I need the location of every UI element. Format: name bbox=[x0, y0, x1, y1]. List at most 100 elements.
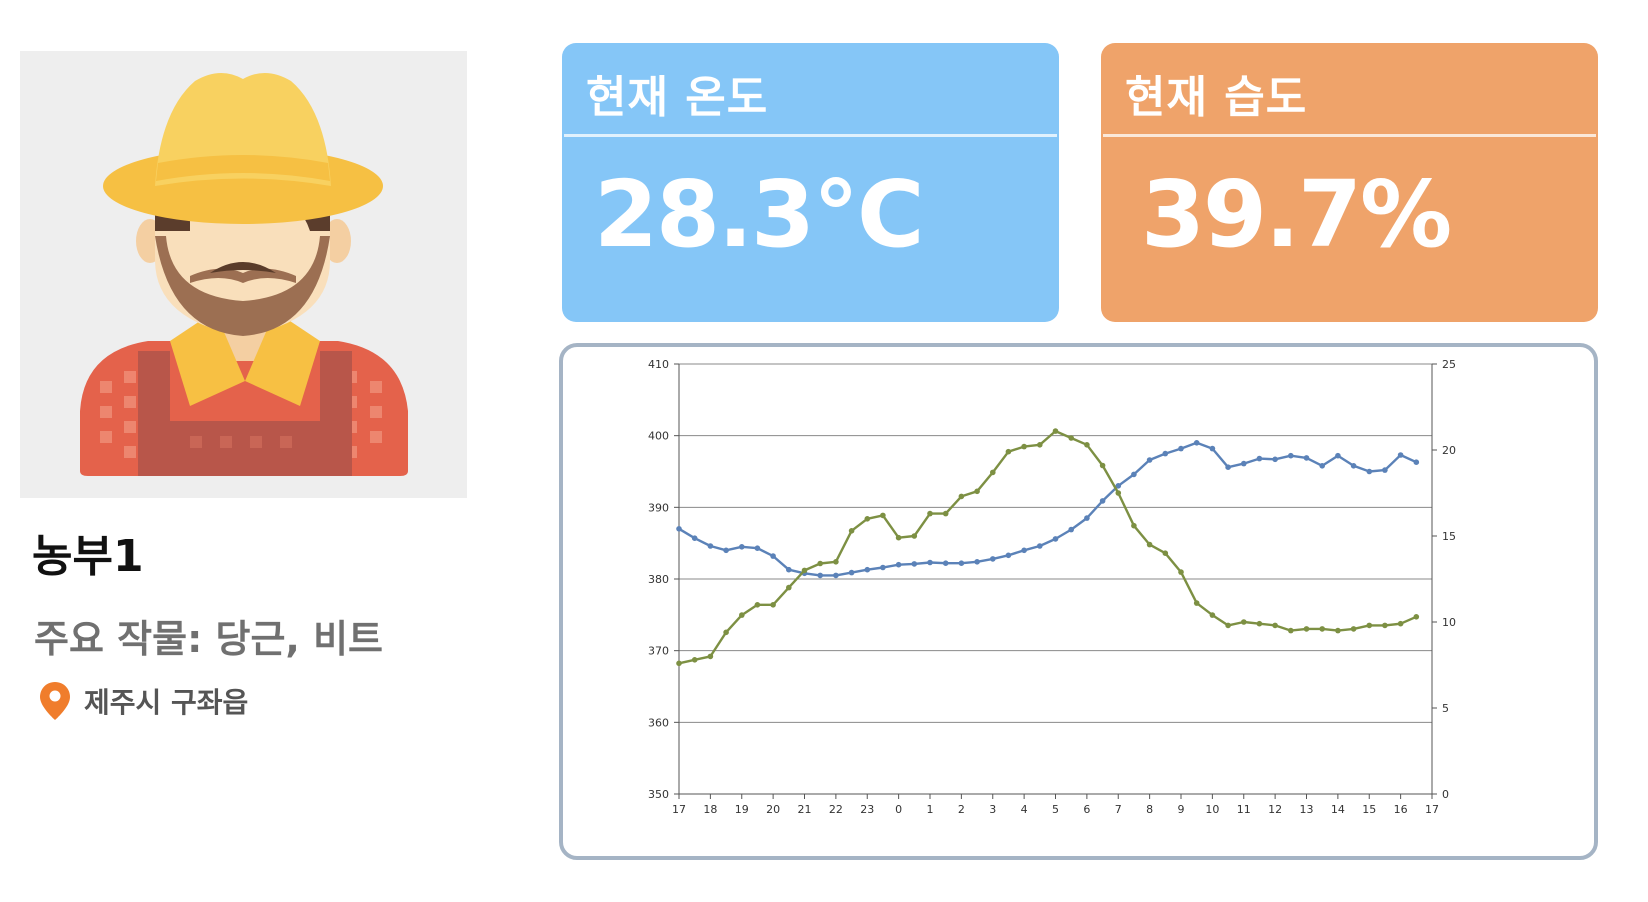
series-point-1 bbox=[1303, 455, 1310, 461]
series-point-2 bbox=[801, 567, 808, 574]
series-point-2 bbox=[833, 559, 839, 565]
x-tick-label: 15 bbox=[1362, 803, 1376, 816]
location-text: 제주시 구좌읍 bbox=[84, 686, 249, 719]
series-point-2 bbox=[1115, 490, 1122, 496]
series-point-1 bbox=[1099, 498, 1106, 504]
humidity-title: 현재 습도 bbox=[1125, 72, 1308, 123]
series-point-1 bbox=[1209, 445, 1216, 452]
series-point-1 bbox=[911, 561, 918, 567]
series-point-2 bbox=[1005, 448, 1012, 455]
series-point-1 bbox=[739, 544, 745, 550]
x-tick-label: 22 bbox=[829, 803, 843, 816]
series-point-1 bbox=[1225, 464, 1231, 470]
humidity-value: 39.7% bbox=[1141, 161, 1452, 268]
x-tick-label: 3 bbox=[989, 803, 996, 816]
series-point-2 bbox=[1052, 428, 1059, 434]
y-left-tick-label: 380 bbox=[648, 573, 669, 586]
y-right-tick-label: 25 bbox=[1442, 358, 1456, 371]
x-tick-label: 9 bbox=[1178, 803, 1185, 816]
series-point-1 bbox=[1288, 452, 1294, 459]
series-point-1 bbox=[1021, 547, 1027, 554]
series-point-2 bbox=[1256, 620, 1263, 627]
temperature-value: 28.3°C bbox=[594, 161, 925, 268]
series-point-2 bbox=[754, 602, 761, 608]
humidity-divider bbox=[1103, 134, 1596, 137]
y-left-tick-label: 410 bbox=[648, 358, 669, 371]
series-point-2 bbox=[880, 512, 886, 519]
series-point-1 bbox=[691, 535, 698, 541]
series-point-1 bbox=[895, 561, 902, 568]
series-point-1 bbox=[1052, 536, 1059, 542]
x-tick-label: 8 bbox=[1146, 803, 1153, 816]
series-point-2 bbox=[990, 469, 996, 476]
y-right-tick-label: 5 bbox=[1442, 702, 1449, 715]
series-point-2 bbox=[817, 560, 823, 567]
series-point-1 bbox=[707, 543, 714, 549]
series-point-1 bbox=[880, 564, 886, 571]
x-tick-label: 17 bbox=[672, 803, 686, 816]
x-tick-label: 16 bbox=[1394, 803, 1408, 816]
series-point-2 bbox=[1099, 462, 1106, 469]
series-point-1 bbox=[833, 572, 839, 579]
series-point-2 bbox=[1382, 622, 1388, 629]
series-point-1 bbox=[723, 547, 729, 554]
series-point-1 bbox=[1131, 471, 1137, 478]
temperature-card: 현재 온도 28.3°C bbox=[562, 43, 1059, 322]
map-pin-icon bbox=[40, 682, 70, 720]
series-point-2 bbox=[770, 602, 776, 608]
series-point-2 bbox=[958, 493, 965, 500]
series-point-1 bbox=[754, 545, 761, 551]
x-tick-label: 14 bbox=[1331, 803, 1345, 816]
x-tick-label: 19 bbox=[735, 803, 749, 816]
location: 제주시 구좌읍 bbox=[38, 680, 248, 722]
series-point-1 bbox=[1068, 526, 1074, 533]
series-point-2 bbox=[1084, 442, 1090, 448]
series-point-1 bbox=[786, 566, 792, 573]
series-point-1 bbox=[1037, 543, 1043, 549]
series-point-2 bbox=[974, 488, 980, 495]
y-right-tick-label: 15 bbox=[1442, 530, 1456, 543]
temperature-title: 현재 온도 bbox=[586, 72, 769, 123]
series-point-2 bbox=[691, 657, 698, 663]
series-point-1 bbox=[1272, 456, 1278, 463]
x-tick-label: 10 bbox=[1205, 803, 1219, 816]
x-tick-label: 1 bbox=[927, 803, 934, 816]
y-left-tick-label: 370 bbox=[648, 645, 669, 658]
series-point-1 bbox=[1319, 463, 1325, 469]
y-right-tick-label: 20 bbox=[1442, 444, 1456, 457]
y-left-tick-label: 390 bbox=[648, 501, 669, 514]
x-tick-label: 6 bbox=[1083, 803, 1090, 816]
x-tick-label: 18 bbox=[703, 803, 717, 816]
x-tick-label: 2 bbox=[958, 803, 965, 816]
x-tick-label: 23 bbox=[860, 803, 874, 816]
series-point-1 bbox=[1241, 460, 1247, 467]
series-point-2 bbox=[1319, 626, 1325, 632]
series-point-2 bbox=[1272, 622, 1278, 629]
y-left-tick-label: 360 bbox=[648, 716, 669, 729]
series-point-2 bbox=[1178, 569, 1184, 575]
series-point-2 bbox=[927, 510, 933, 517]
series-point-2 bbox=[786, 584, 792, 591]
x-tick-label: 0 bbox=[895, 803, 902, 816]
y-right-tick-label: 10 bbox=[1442, 616, 1456, 629]
series-line-1 bbox=[678, 441, 1417, 577]
series-point-2 bbox=[1021, 443, 1027, 450]
series-point-2 bbox=[864, 516, 871, 522]
x-tick-label: 21 bbox=[798, 803, 812, 816]
series-point-2 bbox=[1193, 600, 1200, 606]
series-point-1 bbox=[927, 559, 933, 566]
series-point-1 bbox=[1146, 457, 1153, 463]
series-point-2 bbox=[1303, 626, 1310, 632]
series-point-2 bbox=[895, 534, 902, 541]
series-point-2 bbox=[1162, 550, 1169, 556]
series-point-1 bbox=[1084, 515, 1090, 521]
series-point-2 bbox=[723, 629, 729, 636]
series-point-2 bbox=[739, 612, 745, 618]
series-point-1 bbox=[1366, 468, 1373, 475]
sensor-chart-panel: 350 360 370 380 390 400 410 0 5 10 15 20 25 17 18 19 20 2… bbox=[559, 343, 1598, 860]
series-point-2 bbox=[1335, 627, 1341, 634]
series-point-1 bbox=[1335, 452, 1341, 459]
series-point-1 bbox=[942, 560, 949, 566]
series-point-2 bbox=[1068, 435, 1074, 441]
series-point-2 bbox=[1350, 626, 1357, 632]
